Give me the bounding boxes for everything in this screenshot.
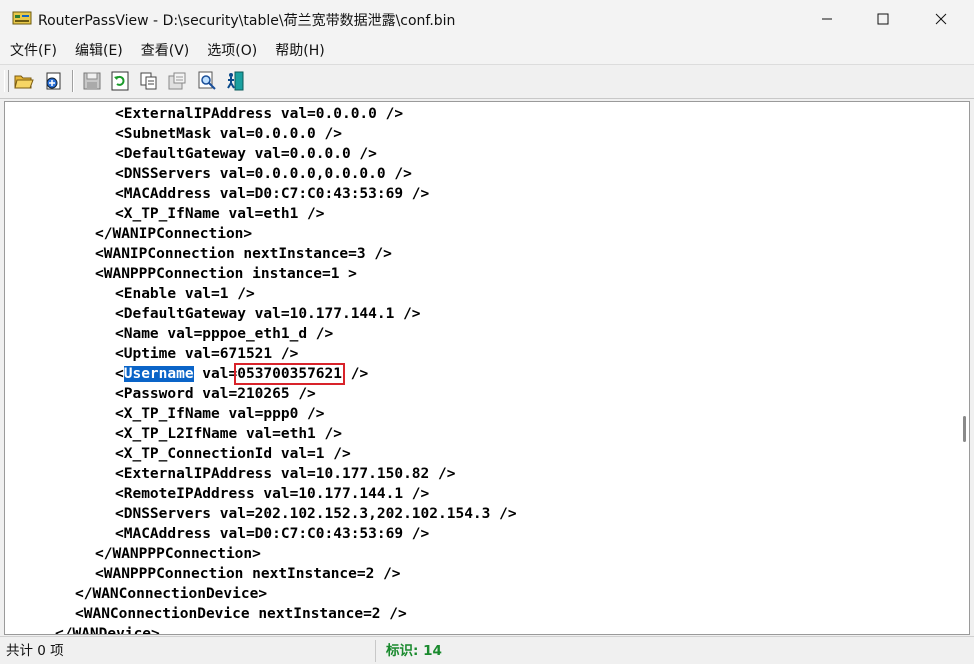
menu-options[interactable]: 选项(O) (198, 38, 266, 64)
menu-bar: 文件(F) 编辑(E) 查看(V) 选项(O) 帮助(H) (0, 38, 974, 65)
refresh-icon (111, 71, 129, 91)
status-bar: 共计 0 项 标识: 14 (0, 636, 974, 664)
menu-view[interactable]: 查看(V) (132, 38, 199, 64)
config-line: <DNSServers val=202.102.152.3,202.102.15… (115, 506, 517, 522)
config-line: <X_TP_IfName val=ppp0 /> (115, 406, 325, 422)
config-line: <Password val=210265 /> (115, 386, 316, 402)
minimize-button[interactable] (804, 0, 850, 38)
config-text-view[interactable]: <ExternalIPAddress val=0.0.0.0 /> <Subnet… (4, 101, 970, 635)
config-line: </WANPPPConnection> (95, 546, 261, 562)
exit-button[interactable] (224, 70, 246, 92)
router-app-icon (12, 11, 32, 25)
config-line: <ExternalIPAddress val=10.177.150.82 /> (115, 466, 456, 482)
config-line: <DNSServers val=0.0.0.0,0.0.0.0 /> (115, 166, 412, 182)
menu-edit[interactable]: 编辑(E) (66, 38, 132, 64)
config-line: <Username val=053700357621 /> (115, 363, 369, 385)
username-value-highlight: 053700357621 (234, 363, 345, 385)
config-line: <MACAddress val=D0:C7:C0:43:53:69 /> (115, 526, 430, 542)
config-line: <DefaultGateway val=0.0.0.0 /> (115, 146, 377, 162)
open-folder-button[interactable] (13, 70, 35, 92)
find-icon (198, 71, 216, 90)
save-button[interactable] (81, 70, 103, 92)
config-line: <WANIPConnection nextInstance=3 /> (95, 246, 392, 262)
title-bar[interactable]: RouterPassView - D:\security\table\荷兰宽带数… (0, 0, 974, 38)
config-line: <MACAddress val=D0:C7:C0:43:53:69 /> (115, 186, 430, 202)
save-icon (83, 72, 101, 90)
close-button[interactable] (918, 0, 964, 38)
username-close: /> (342, 366, 369, 382)
close-icon (935, 13, 947, 25)
refresh-button[interactable] (109, 70, 131, 92)
toolbar-separator (72, 70, 74, 92)
config-line: <SubnetMask val=0.0.0.0 /> (115, 126, 342, 142)
config-line: <Uptime val=671521 /> (115, 346, 299, 362)
menu-help[interactable]: 帮助(H) (266, 38, 333, 64)
config-line: </WANConnectionDevice> (75, 586, 268, 602)
copy-button[interactable] (138, 70, 160, 92)
menu-file[interactable]: 文件(F) (0, 38, 66, 64)
config-line: </WANDevice> (55, 626, 160, 635)
open-config-icon (46, 72, 61, 90)
config-line: <WANPPPConnection instance=1 > (95, 266, 357, 282)
maximize-button[interactable] (860, 0, 906, 38)
maximize-icon (877, 13, 889, 25)
config-line: <WANConnectionDevice nextInstance=2 /> (75, 606, 407, 622)
find-button[interactable] (196, 70, 218, 92)
username-open-bracket: < (115, 366, 124, 382)
open-config-button[interactable] (43, 70, 65, 92)
config-line: <X_TP_L2IfName val=eth1 /> (115, 426, 342, 442)
app-window: RouterPassView - D:\security\table\荷兰宽带数… (0, 0, 974, 664)
config-line: <X_TP_ConnectionId val=1 /> (115, 446, 351, 462)
toolbar-grip[interactable] (4, 70, 9, 92)
config-line: <WANPPPConnection nextInstance=2 /> (95, 566, 401, 582)
config-line: <X_TP_IfName val=eth1 /> (115, 206, 325, 222)
config-line: </WANIPConnection> (95, 226, 253, 242)
vertical-scrollbar-thumb[interactable] (963, 416, 966, 442)
copy-icon (140, 72, 157, 90)
mark-status: 标识: 14 (386, 643, 442, 659)
toolbar (0, 65, 974, 99)
config-line: <DefaultGateway val=10.177.144.1 /> (115, 306, 421, 322)
username-attr: val= (193, 366, 238, 382)
window-title: RouterPassView - D:\security\table\荷兰宽带数… (38, 13, 456, 29)
minimize-icon (822, 18, 832, 20)
config-line: <RemoteIPAddress val=10.177.144.1 /> (115, 486, 430, 502)
config-line: <Enable val=1 /> (115, 286, 255, 302)
properties-button[interactable] (166, 70, 188, 92)
open-folder-icon (14, 75, 34, 89)
exit-icon (227, 71, 244, 91)
config-line: <Name val=pppoe_eth1_d /> (115, 326, 334, 342)
item-count-status: 共计 0 项 (0, 640, 376, 662)
config-line: <ExternalIPAddress val=0.0.0.0 /> (115, 106, 404, 122)
username-tag-selected[interactable]: Username (123, 366, 194, 382)
properties-icon (168, 72, 186, 90)
